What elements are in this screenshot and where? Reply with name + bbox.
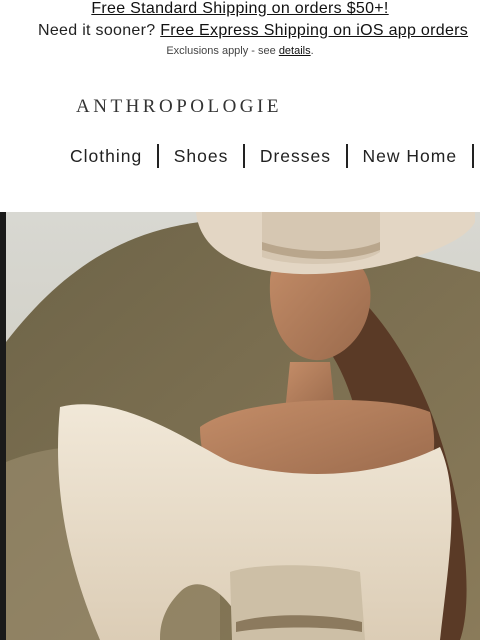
nav-divider bbox=[472, 144, 474, 168]
nav-item-shoes[interactable]: Shoes bbox=[174, 146, 229, 167]
brand-logo[interactable]: ANTHROPOLOGIE bbox=[0, 96, 480, 118]
nav-divider bbox=[157, 144, 159, 168]
nav-item-clothing[interactable]: Clothing bbox=[70, 146, 142, 167]
promo-prefix-text: Need it sooner? bbox=[38, 22, 161, 39]
promo-banner-line-2: Need it sooner? Free Express Shipping on… bbox=[0, 22, 480, 44]
exclusions-suffix: . bbox=[310, 45, 314, 57]
nav-divider bbox=[243, 144, 245, 168]
hero-photo-illustration bbox=[0, 212, 480, 640]
exclusions-text: Exclusions apply - see bbox=[166, 45, 279, 57]
brand-name: ANTHROPOLOGIE bbox=[76, 96, 282, 117]
express-shipping-link[interactable]: Free Express Shipping on iOS app orders bbox=[160, 22, 468, 39]
main-nav: Clothing Shoes Dresses New Home B bbox=[70, 142, 480, 170]
nav-divider bbox=[346, 144, 348, 168]
nav-item-new-home[interactable]: New Home bbox=[363, 146, 458, 167]
free-standard-shipping-link[interactable]: Free Standard Shipping on orders $50+! bbox=[91, 0, 388, 17]
promo-banner-line-1: Free Standard Shipping on orders $50+! bbox=[0, 0, 480, 22]
hero-image[interactable] bbox=[0, 212, 480, 640]
details-link[interactable]: details bbox=[279, 45, 311, 57]
promo-exclusions-note: Exclusions apply - see details. bbox=[0, 45, 480, 59]
nav-item-dresses[interactable]: Dresses bbox=[260, 146, 331, 167]
